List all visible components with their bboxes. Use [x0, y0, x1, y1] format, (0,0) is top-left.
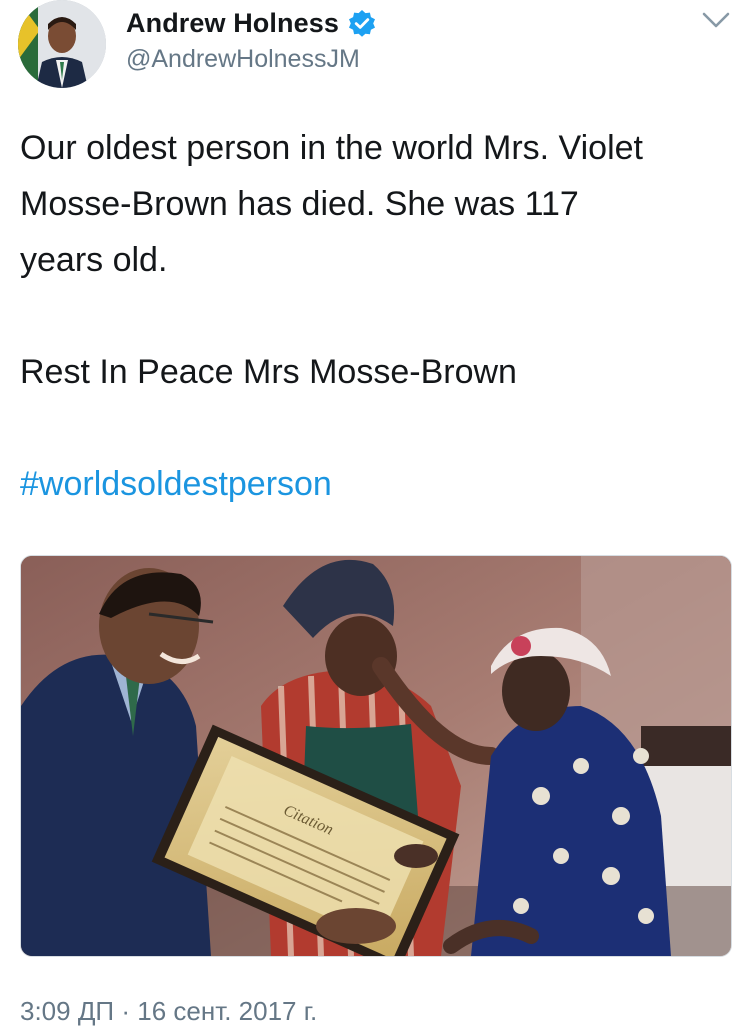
tweet-body: Our oldest person in the world Mrs. Viol… — [20, 120, 730, 512]
author-handle[interactable]: @AndrewHolnessJM — [126, 45, 360, 74]
tweet-text-line: Mosse-Brown has died. She was 117 — [20, 185, 579, 223]
name-row: Andrew Holness — [126, 8, 377, 39]
author-name[interactable]: Andrew Holness — [126, 8, 339, 39]
verified-badge-icon — [347, 9, 377, 39]
author-avatar[interactable] — [18, 0, 106, 88]
tweet-photo[interactable]: Citation — [20, 555, 732, 957]
chevron-down-icon[interactable] — [700, 6, 732, 32]
tweet-text-line: years old. — [20, 241, 168, 279]
tweet-text-rip: Rest In Peace Mrs Mosse-Brown — [20, 353, 517, 391]
tweet-timestamp[interactable]: 3:09 ДП · 16 сент. 2017 г. — [20, 996, 317, 1027]
hashtag-link[interactable]: #worldsoldestperson — [20, 465, 332, 503]
tweet-header: Andrew Holness @AndrewHolnessJM — [18, 0, 732, 90]
tweet-text-line: Our oldest person in the world Mrs. Viol… — [20, 129, 643, 167]
